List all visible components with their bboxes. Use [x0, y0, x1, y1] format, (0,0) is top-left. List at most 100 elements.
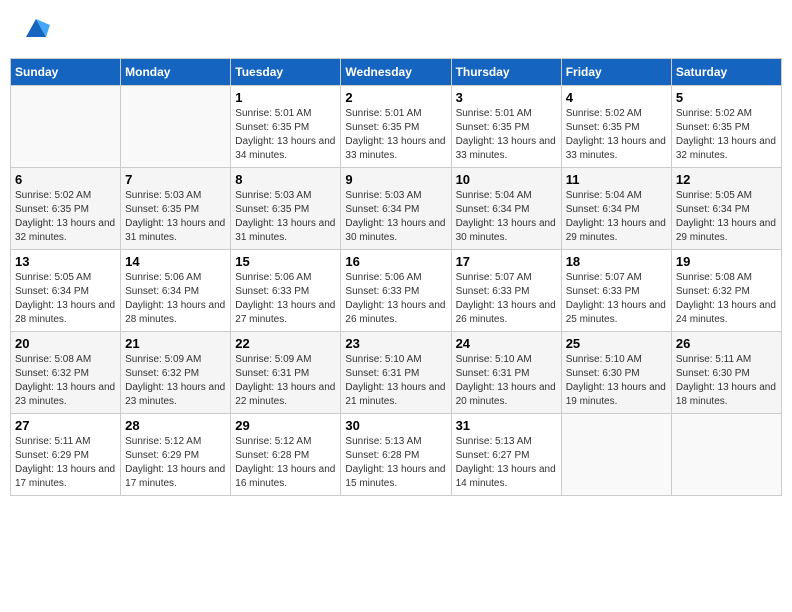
calendar-cell: 23Sunrise: 5:10 AMSunset: 6:31 PMDayligh…	[341, 332, 451, 414]
day-number: 20	[15, 336, 116, 351]
calendar-cell: 16Sunrise: 5:06 AMSunset: 6:33 PMDayligh…	[341, 250, 451, 332]
day-number: 31	[456, 418, 557, 433]
calendar-cell: 11 Sunrise: 5:04 AMSunset: 6:34 PMDayligh…	[561, 168, 671, 250]
day-number: 7	[125, 172, 226, 187]
calendar-cell: 18 Sunrise: 5:07 AMSunset: 6:33 PMDayligh…	[561, 250, 671, 332]
day-number: 25	[566, 336, 667, 351]
header-sunday: Sunday	[11, 59, 121, 86]
day-info: Sunrise: 5:05 AMSunset: 6:34 PMDaylight:…	[15, 271, 116, 327]
calendar-cell: 27 Sunrise: 5:11 AMSunset: 6:29 PMDayligh…	[11, 414, 121, 496]
calendar-cell: 6 Sunrise: 5:02 AMSunset: 6:35 PMDaylight…	[11, 168, 121, 250]
day-info: Sunrise: 5:01 AMSunset: 6:35 PMDaylight:…	[235, 107, 336, 163]
day-number: 4	[566, 90, 667, 105]
day-info: Sunrise: 5:07 AMSunset: 6:33 PMDaylight:…	[566, 271, 667, 327]
day-info: Sunrise: 5:05 AMSunset: 6:34 PMDaylight:…	[676, 189, 777, 245]
day-info: Sunrise: 5:06 AMSunset: 6:33 PMDaylight:…	[235, 271, 336, 327]
day-info: Sunrise: 5:09 AMSunset: 6:32 PMDaylight:…	[125, 353, 226, 409]
calendar-cell: 4 Sunrise: 5:02 AMSunset: 6:35 PMDaylight…	[561, 86, 671, 168]
day-info: Sunrise: 5:06 AMSunset: 6:34 PMDaylight:…	[125, 271, 226, 327]
day-number: 11	[566, 172, 667, 187]
day-number: 21	[125, 336, 226, 351]
day-number: 3	[456, 90, 557, 105]
day-info: Sunrise: 5:11 AMSunset: 6:30 PMDaylight:…	[676, 353, 777, 409]
day-info: Sunrise: 5:13 AMSunset: 6:27 PMDaylight:…	[456, 435, 557, 491]
header-saturday: Saturday	[671, 59, 781, 86]
day-number: 8	[235, 172, 336, 187]
day-number: 24	[456, 336, 557, 351]
calendar-cell: 29 Sunrise: 5:12 AMSunset: 6:28 PMDayligh…	[231, 414, 341, 496]
day-number: 29	[235, 418, 336, 433]
day-info: Sunrise: 5:04 AMSunset: 6:34 PMDaylight:…	[566, 189, 667, 245]
calendar-cell: 5Sunrise: 5:02 AMSunset: 6:35 PMDaylight…	[671, 86, 781, 168]
calendar-cell: 10 Sunrise: 5:04 AMSunset: 6:34 PMDayligh…	[451, 168, 561, 250]
day-number: 18	[566, 254, 667, 269]
calendar-week-row: 6 Sunrise: 5:02 AMSunset: 6:35 PMDaylight…	[11, 168, 782, 250]
calendar-header-row: SundayMondayTuesdayWednesdayThursdayFrid…	[11, 59, 782, 86]
day-info: Sunrise: 5:10 AMSunset: 6:30 PMDaylight:…	[566, 353, 667, 409]
day-number: 13	[15, 254, 116, 269]
calendar-cell: 31 Sunrise: 5:13 AMSunset: 6:27 PMDayligh…	[451, 414, 561, 496]
calendar-week-row: 27 Sunrise: 5:11 AMSunset: 6:29 PMDayligh…	[11, 414, 782, 496]
day-info: Sunrise: 5:03 AMSunset: 6:35 PMDaylight:…	[125, 189, 226, 245]
day-info: Sunrise: 5:10 AMSunset: 6:31 PMDaylight:…	[456, 353, 557, 409]
header-monday: Monday	[121, 59, 231, 86]
day-number: 15	[235, 254, 336, 269]
day-number: 6	[15, 172, 116, 187]
calendar-cell: 19 Sunrise: 5:08 AMSunset: 6:32 PMDayligh…	[671, 250, 781, 332]
calendar-week-row: 13 Sunrise: 5:05 AMSunset: 6:34 PMDayligh…	[11, 250, 782, 332]
day-info: Sunrise: 5:03 AMSunset: 6:35 PMDaylight:…	[235, 189, 336, 245]
day-number: 16	[345, 254, 446, 269]
calendar-cell: 28 Sunrise: 5:12 AMSunset: 6:29 PMDayligh…	[121, 414, 231, 496]
calendar-week-row: 20Sunrise: 5:08 AMSunset: 6:32 PMDayligh…	[11, 332, 782, 414]
day-info: Sunrise: 5:11 AMSunset: 6:29 PMDaylight:…	[15, 435, 116, 491]
day-info: Sunrise: 5:02 AMSunset: 6:35 PMDaylight:…	[676, 107, 777, 163]
calendar-cell	[11, 86, 121, 168]
calendar-cell: 26 Sunrise: 5:11 AMSunset: 6:30 PMDayligh…	[671, 332, 781, 414]
day-number: 12	[676, 172, 777, 187]
day-info: Sunrise: 5:04 AMSunset: 6:34 PMDaylight:…	[456, 189, 557, 245]
day-info: Sunrise: 5:07 AMSunset: 6:33 PMDaylight:…	[456, 271, 557, 327]
calendar-cell: 25 Sunrise: 5:10 AMSunset: 6:30 PMDayligh…	[561, 332, 671, 414]
day-info: Sunrise: 5:02 AMSunset: 6:35 PMDaylight:…	[566, 107, 667, 163]
day-number: 27	[15, 418, 116, 433]
calendar-cell: 9 Sunrise: 5:03 AMSunset: 6:34 PMDaylight…	[341, 168, 451, 250]
calendar-cell: 1 Sunrise: 5:01 AMSunset: 6:35 PMDaylight…	[231, 86, 341, 168]
day-info: Sunrise: 5:08 AMSunset: 6:32 PMDaylight:…	[676, 271, 777, 327]
day-number: 23	[345, 336, 446, 351]
day-info: Sunrise: 5:12 AMSunset: 6:29 PMDaylight:…	[125, 435, 226, 491]
calendar-cell: 14Sunrise: 5:06 AMSunset: 6:34 PMDayligh…	[121, 250, 231, 332]
calendar-cell: 3 Sunrise: 5:01 AMSunset: 6:35 PMDaylight…	[451, 86, 561, 168]
calendar-cell: 15 Sunrise: 5:06 AMSunset: 6:33 PMDayligh…	[231, 250, 341, 332]
calendar-week-row: 1 Sunrise: 5:01 AMSunset: 6:35 PMDaylight…	[11, 86, 782, 168]
calendar-cell	[561, 414, 671, 496]
day-number: 10	[456, 172, 557, 187]
calendar-cell: 2 Sunrise: 5:01 AMSunset: 6:35 PMDaylight…	[341, 86, 451, 168]
day-number: 30	[345, 418, 446, 433]
calendar-cell	[121, 86, 231, 168]
calendar-cell: 13 Sunrise: 5:05 AMSunset: 6:34 PMDayligh…	[11, 250, 121, 332]
day-number: 26	[676, 336, 777, 351]
day-info: Sunrise: 5:01 AMSunset: 6:35 PMDaylight:…	[456, 107, 557, 163]
day-number: 22	[235, 336, 336, 351]
calendar-cell: 22 Sunrise: 5:09 AMSunset: 6:31 PMDayligh…	[231, 332, 341, 414]
calendar-cell: 8 Sunrise: 5:03 AMSunset: 6:35 PMDaylight…	[231, 168, 341, 250]
header-thursday: Thursday	[451, 59, 561, 86]
day-info: Sunrise: 5:12 AMSunset: 6:28 PMDaylight:…	[235, 435, 336, 491]
logo-icon	[22, 15, 50, 43]
day-number: 17	[456, 254, 557, 269]
day-info: Sunrise: 5:03 AMSunset: 6:34 PMDaylight:…	[345, 189, 446, 245]
day-info: Sunrise: 5:02 AMSunset: 6:35 PMDaylight:…	[15, 189, 116, 245]
calendar-cell: 12 Sunrise: 5:05 AMSunset: 6:34 PMDayligh…	[671, 168, 781, 250]
calendar-table: SundayMondayTuesdayWednesdayThursdayFrid…	[10, 58, 782, 496]
day-number: 9	[345, 172, 446, 187]
header-tuesday: Tuesday	[231, 59, 341, 86]
day-number: 2	[345, 90, 446, 105]
day-number: 19	[676, 254, 777, 269]
day-info: Sunrise: 5:01 AMSunset: 6:35 PMDaylight:…	[345, 107, 446, 163]
day-info: Sunrise: 5:09 AMSunset: 6:31 PMDaylight:…	[235, 353, 336, 409]
page-header	[10, 10, 782, 48]
day-number: 28	[125, 418, 226, 433]
calendar-cell: 24 Sunrise: 5:10 AMSunset: 6:31 PMDayligh…	[451, 332, 561, 414]
day-number: 1	[235, 90, 336, 105]
calendar-cell: 17 Sunrise: 5:07 AMSunset: 6:33 PMDayligh…	[451, 250, 561, 332]
